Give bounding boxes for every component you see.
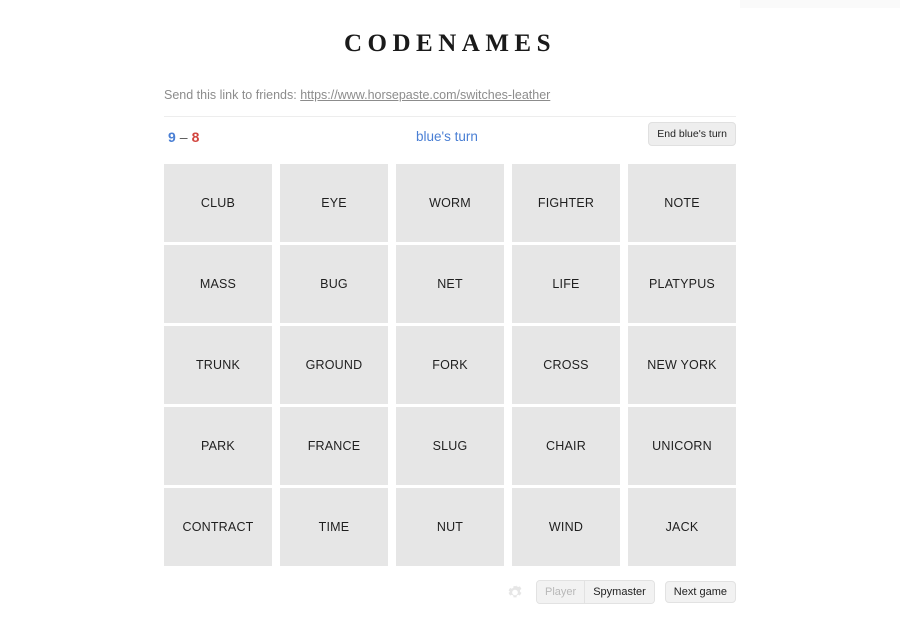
card-label: EYE bbox=[321, 196, 347, 210]
card-label: PARK bbox=[201, 439, 235, 453]
card-label: FIGHTER bbox=[537, 196, 595, 210]
card-label: SLUG bbox=[432, 439, 468, 453]
view-mode-toggle: Player Spymaster bbox=[536, 580, 655, 604]
card-label: UNICORN bbox=[652, 439, 712, 453]
card-label: GROUND bbox=[305, 358, 363, 372]
top-overlay-artifact bbox=[740, 0, 900, 8]
card-label: CHAIR bbox=[546, 439, 586, 453]
end-turn-button[interactable]: End blue's turn bbox=[648, 122, 736, 146]
card[interactable]: TRUNK bbox=[164, 326, 272, 404]
score-blue: 9 bbox=[168, 129, 176, 145]
card[interactable]: PARK bbox=[164, 407, 272, 485]
card[interactable]: FRANCE bbox=[280, 407, 388, 485]
next-game-button[interactable]: Next game bbox=[664, 581, 736, 603]
codenames-page: CODENAMES Send this link to friends: htt… bbox=[0, 0, 900, 624]
card[interactable]: EYE bbox=[280, 164, 388, 242]
card-label: NUT bbox=[436, 520, 464, 534]
player-mode-button[interactable]: Player bbox=[537, 581, 585, 603]
turn-indicator: blue's turn bbox=[416, 129, 478, 144]
card-label: NEW YORK bbox=[647, 358, 717, 372]
card[interactable]: CROSS bbox=[512, 326, 620, 404]
card[interactable]: NET bbox=[396, 245, 504, 323]
card-grid: CLUB EYE WORM FIGHTER NOTE MASS BUG NET LIFE PLAT… bbox=[164, 164, 736, 566]
spymaster-mode-button[interactable]: Spymaster bbox=[584, 581, 654, 603]
card-label: JACK bbox=[665, 520, 699, 534]
card-label: CLUB bbox=[200, 196, 236, 210]
card-label: BUG bbox=[320, 277, 348, 291]
gear-icon[interactable] bbox=[504, 581, 526, 603]
card[interactable]: TIME bbox=[280, 488, 388, 566]
share-link[interactable]: https://www.horsepaste.com/switches-leat… bbox=[300, 88, 550, 102]
card[interactable]: CONTRACT bbox=[164, 488, 272, 566]
score-red: 8 bbox=[191, 129, 200, 145]
card-label: NOTE bbox=[664, 196, 700, 210]
card-label: CROSS bbox=[543, 358, 589, 372]
share-link-row: Send this link to friends: https://www.h… bbox=[164, 86, 736, 104]
content-area: Send this link to friends: https://www.h… bbox=[164, 86, 736, 157]
card[interactable]: JACK bbox=[628, 488, 736, 566]
card[interactable]: NEW YORK bbox=[628, 326, 736, 404]
card-label: TRUNK bbox=[195, 358, 241, 372]
card[interactable]: PLATYPUS bbox=[628, 245, 736, 323]
page-title: CODENAMES bbox=[343, 30, 556, 57]
score-display: 9–8 bbox=[168, 129, 199, 145]
card-label: PLATYPUS bbox=[649, 277, 715, 291]
card[interactable]: BUG bbox=[280, 245, 388, 323]
card[interactable]: LIFE bbox=[512, 245, 620, 323]
card[interactable]: UNICORN bbox=[628, 407, 736, 485]
card-label: LIFE bbox=[552, 277, 580, 291]
card[interactable]: WIND bbox=[512, 488, 620, 566]
card-label: WORM bbox=[429, 196, 471, 210]
card[interactable]: CLUB bbox=[164, 164, 272, 242]
card[interactable]: GROUND bbox=[280, 326, 388, 404]
bottom-toolbar: Player Spymaster Next game bbox=[164, 578, 736, 606]
card-label: FORK bbox=[432, 358, 468, 372]
card[interactable]: FORK bbox=[396, 326, 504, 404]
card[interactable]: WORM bbox=[396, 164, 504, 242]
card[interactable]: NUT bbox=[396, 488, 504, 566]
card[interactable]: SLUG bbox=[396, 407, 504, 485]
card-label: WIND bbox=[548, 520, 584, 534]
card[interactable]: MASS bbox=[164, 245, 272, 323]
card[interactable]: CHAIR bbox=[512, 407, 620, 485]
share-link-prefix: Send this link to friends: bbox=[164, 88, 297, 102]
card[interactable]: FIGHTER bbox=[512, 164, 620, 242]
status-row: 9–8 blue's turn End blue's turn bbox=[164, 117, 736, 157]
card[interactable]: NOTE bbox=[628, 164, 736, 242]
card-label: NET bbox=[437, 277, 463, 291]
card-label: TIME bbox=[318, 520, 350, 534]
card-label: MASS bbox=[199, 277, 237, 291]
card-label: CONTRACT bbox=[182, 520, 254, 534]
card-label: FRANCE bbox=[307, 439, 361, 453]
score-separator: – bbox=[179, 129, 188, 145]
